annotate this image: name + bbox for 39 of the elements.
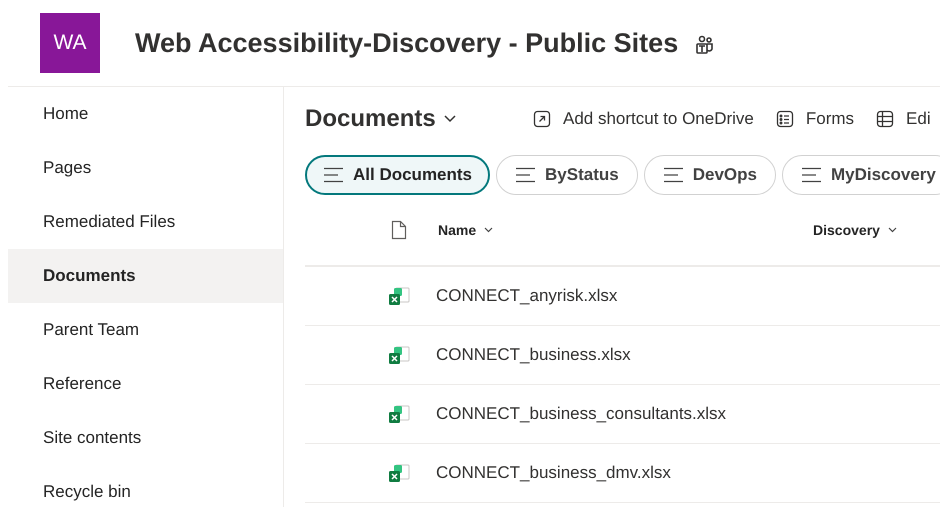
spreadsheet-icon bbox=[388, 404, 410, 424]
file-name-link[interactable]: CONNECT_business_consultants.xlsx bbox=[436, 401, 726, 427]
nav-item[interactable]: Pages bbox=[8, 141, 283, 195]
list-icon bbox=[800, 167, 823, 183]
nav-item[interactable]: Home bbox=[8, 87, 283, 141]
nav-item[interactable]: Remediated Files bbox=[8, 195, 283, 249]
file-name-link[interactable]: CONNECT_anyrisk.xlsx bbox=[436, 283, 618, 309]
file-icon bbox=[391, 220, 407, 240]
spreadsheet-icon bbox=[388, 345, 410, 365]
file-name-link[interactable]: CONNECT_business.xlsx bbox=[436, 342, 631, 368]
chevron-down-icon bbox=[484, 227, 494, 233]
list-icon bbox=[662, 167, 685, 183]
nav-item[interactable]: Recycle bin bbox=[8, 465, 283, 507]
nav-item[interactable]: Site contents bbox=[8, 411, 283, 465]
chevron-down-icon bbox=[888, 227, 897, 233]
view-pill[interactable]: All Documents bbox=[305, 155, 490, 195]
list-icon bbox=[515, 167, 538, 183]
library-title[interactable]: Documents bbox=[305, 101, 533, 137]
table-icon bbox=[876, 110, 894, 128]
add-shortcut-button[interactable]: Add shortcut to OneDrive bbox=[533, 106, 754, 132]
nav-item[interactable]: Documents bbox=[8, 249, 283, 303]
column-header[interactable]: Name bbox=[438, 220, 813, 240]
shortcut-icon bbox=[533, 110, 551, 128]
view-pill[interactable]: ByStatus bbox=[496, 155, 638, 195]
chevron-down-icon bbox=[444, 115, 456, 123]
view-pill[interactable]: DevOps bbox=[644, 155, 776, 195]
nav-item[interactable]: Parent Team bbox=[8, 303, 283, 357]
spreadsheet-icon bbox=[388, 463, 410, 483]
edit-grid-button[interactable]: Edi bbox=[876, 106, 931, 132]
file-name-link[interactable]: CONNECT_business_dmv.xlsx bbox=[436, 460, 671, 486]
spreadsheet-icon bbox=[388, 286, 410, 306]
column-header[interactable]: Discovery bbox=[813, 220, 897, 240]
list-icon bbox=[323, 167, 345, 183]
forms-icon bbox=[776, 110, 794, 128]
view-pill[interactable]: MyDiscovery bbox=[782, 155, 940, 195]
forms-button[interactable]: Forms bbox=[776, 106, 854, 132]
site-logo[interactable]: WA bbox=[40, 13, 100, 73]
nav-item[interactable]: Reference bbox=[8, 357, 283, 411]
site-title: Web Accessibility-Discovery - Public Sites bbox=[135, 26, 678, 60]
